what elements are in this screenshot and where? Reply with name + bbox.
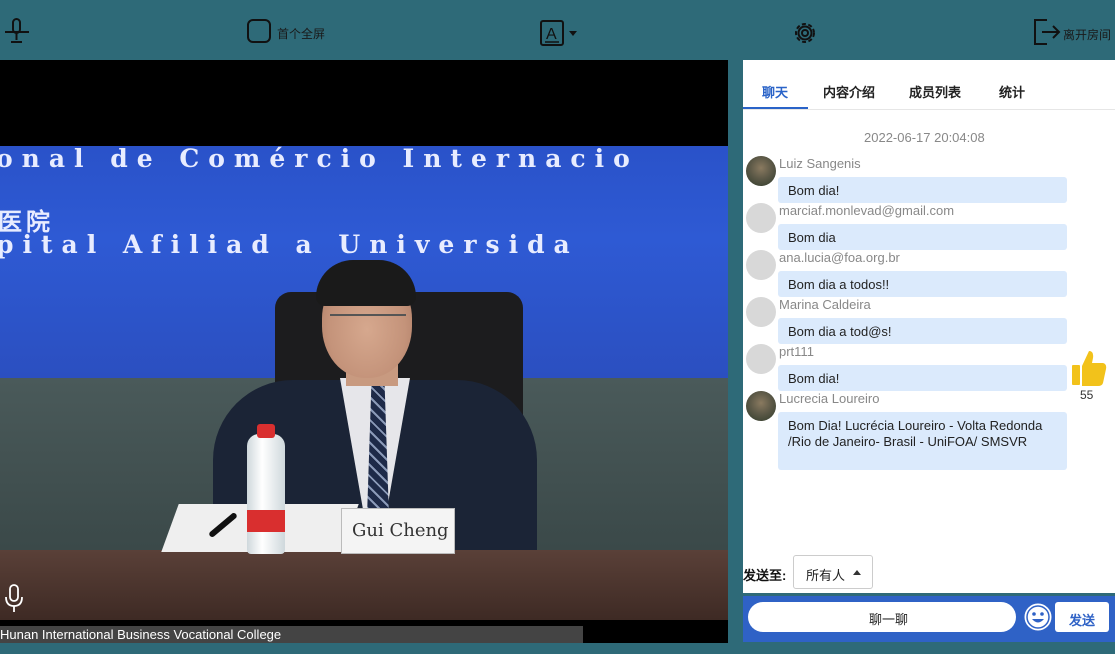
chat-timestamp: 2022-06-17 20:04:08: [864, 130, 985, 145]
side-panel: 聊天 内容介绍 成员列表 统计 2022-06-17 20:04:08 Luiz…: [743, 60, 1115, 593]
avatar: [746, 250, 776, 280]
message-bubble: Bom Dia! Lucrécia Loureiro - Volta Redon…: [778, 412, 1067, 470]
avatar: [746, 203, 776, 233]
tab-chat[interactable]: 聊天: [762, 82, 788, 101]
text-layout-dropdown-icon[interactable]: A: [540, 19, 580, 47]
nameplate-text: Gui Cheng: [352, 520, 449, 541]
message-bubble: Bom dia: [778, 224, 1067, 250]
svg-text:A: A: [546, 26, 557, 43]
video-caption: Hunan International Business Vocational …: [0, 627, 282, 642]
settings-gear-icon[interactable]: [792, 20, 818, 46]
message-sender: Luiz Sangenis: [779, 156, 861, 171]
avatar: [746, 297, 776, 327]
message-bubble: Bom dia a todos!!: [778, 271, 1067, 297]
recipient-value: 所有人: [806, 568, 846, 583]
avatar: [746, 156, 776, 186]
leave-room-button[interactable]: 离开房间: [1033, 18, 1115, 48]
emoji-icon[interactable]: [1023, 602, 1053, 632]
desk: [0, 550, 728, 620]
send-button[interactable]: 发送: [1055, 602, 1109, 632]
video-caption-bar: Hunan International Business Vocational …: [0, 626, 583, 643]
recipient-select[interactable]: 所有人: [793, 555, 873, 589]
message-sender: prt111: [779, 344, 814, 359]
message-sender: Lucrecia Loureiro: [779, 391, 880, 406]
chat-input-placeholder: 聊一聊: [869, 612, 909, 627]
avatar: [746, 391, 776, 421]
send-bar: 聊一聊 发送: [743, 596, 1115, 642]
microphone-icon[interactable]: [4, 584, 24, 614]
exit-icon: [1034, 19, 1061, 45]
speaker-hair: [316, 260, 416, 306]
send-to-label: 发送至:: [743, 568, 787, 583]
caret-up-icon: [853, 570, 861, 575]
video-stream[interactable]: onal de Comércio Internacio 医院 pital Afi…: [0, 60, 728, 643]
message-bubble: Bom dia a tod@s!: [778, 318, 1067, 344]
message-sender: marciaf.monlevad@gmail.com: [779, 203, 955, 218]
fullscreen-label: 首个全屏: [277, 27, 326, 41]
banner-text-line3: pital Afiliad a Universida: [0, 230, 579, 259]
message-bubble: Bom dia!: [778, 177, 1067, 203]
message-sender: Marina Caldeira: [779, 297, 871, 312]
tab-introduction[interactable]: 内容介绍: [823, 82, 875, 101]
banner-text-line1: onal de Comércio Internacio: [0, 144, 639, 173]
speaker-glasses: [330, 314, 406, 334]
nameplate: Gui Cheng: [341, 508, 455, 554]
water-bottle: [247, 424, 285, 554]
chat-input[interactable]: 聊一聊: [748, 602, 1016, 632]
message-sender: ana.lucia@foa.org.br: [779, 250, 900, 265]
tabs-divider: [743, 109, 1115, 110]
tab-statistics[interactable]: 统计: [999, 82, 1025, 101]
tab-members[interactable]: 成员列表: [909, 82, 961, 101]
leave-room-label: 离开房间: [1063, 28, 1112, 42]
fullscreen-icon: [247, 19, 271, 43]
like-count: 55: [1080, 388, 1094, 402]
mic-settings-icon[interactable]: [4, 18, 30, 46]
fullscreen-button[interactable]: 首个全屏: [247, 19, 337, 47]
like-thumbs-up-icon[interactable]: [1071, 349, 1107, 387]
send-button-label: 发送: [1069, 613, 1096, 628]
message-bubble: Bom dia!: [778, 365, 1067, 391]
avatar: [746, 344, 776, 374]
